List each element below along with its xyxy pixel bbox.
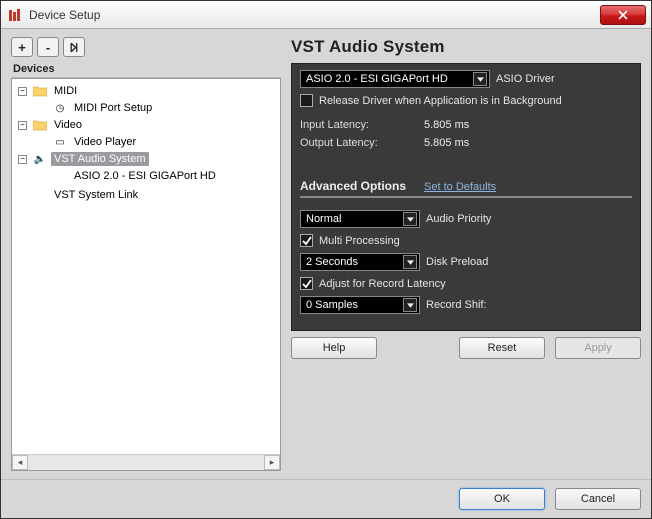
reset-button[interactable]: Reset: [459, 337, 545, 359]
adjust-record-latency-checkbox[interactable]: [300, 277, 313, 290]
ok-button[interactable]: OK: [459, 488, 545, 510]
devices-header: Devices: [11, 61, 281, 78]
collapse-icon[interactable]: −: [18, 121, 27, 130]
reset-order-button[interactable]: [63, 37, 85, 57]
disk-preload-select[interactable]: 2 Seconds: [300, 253, 420, 271]
cancel-button[interactable]: Cancel: [555, 488, 641, 510]
vst-settings-panel: ASIO 2.0 - ESI GIGAPort HD ASIO Driver R…: [291, 63, 641, 331]
chevron-down-icon: [473, 72, 487, 86]
blank-icon: [33, 188, 47, 202]
asio-driver-label: ASIO Driver: [496, 73, 555, 85]
audio-priority-label: Audio Priority: [426, 213, 491, 225]
help-button[interactable]: Help: [291, 337, 377, 359]
chevron-down-icon: [403, 212, 417, 226]
output-latency-label: Output Latency:: [300, 137, 400, 149]
titlebar: Device Setup: [1, 1, 651, 29]
collapse-icon[interactable]: −: [18, 87, 27, 96]
set-to-defaults-link[interactable]: Set to Defaults: [424, 181, 496, 193]
video-player-icon: ▭: [53, 135, 67, 149]
output-latency-value: 5.805 ms: [424, 137, 469, 149]
tree-label: Video Player: [71, 135, 139, 149]
remove-device-button[interactable]: -: [37, 37, 59, 57]
chevron-down-icon: [403, 255, 417, 269]
devices-tree-wrap: − MIDI: [11, 78, 281, 471]
record-shift-value: 0 Samples: [306, 299, 358, 311]
add-device-button[interactable]: +: [11, 37, 33, 57]
folder-icon: [33, 118, 47, 132]
tree-label: Video: [51, 118, 85, 132]
blank-icon: [53, 169, 67, 183]
advanced-options-title: Advanced Options: [300, 179, 406, 193]
device-setup-window: Device Setup + - Devices: [0, 0, 652, 519]
device-toolbar: + -: [11, 37, 281, 57]
multi-processing-label: Multi Processing: [319, 235, 400, 247]
apply-button: Apply: [555, 337, 641, 359]
tree-node-asio-driver[interactable]: ASIO 2.0 - ESI GIGAPort HD: [38, 169, 219, 183]
input-latency-value: 5.805 ms: [424, 119, 469, 131]
plus-icon: +: [18, 40, 26, 55]
folder-icon: [33, 84, 47, 98]
dialog-footer: OK Cancel: [1, 479, 651, 518]
asio-driver-select[interactable]: ASIO 2.0 - ESI GIGAPort HD: [300, 70, 490, 88]
window-title: Device Setup: [29, 8, 600, 22]
audio-priority-select[interactable]: Normal: [300, 210, 420, 228]
midi-port-icon: ◷: [53, 101, 67, 115]
tree-node-vst-system-link[interactable]: VST System Link: [18, 188, 141, 202]
advanced-header: Advanced Options Set to Defaults: [300, 179, 632, 198]
release-driver-checkbox[interactable]: [300, 94, 313, 107]
left-column: + - Devices −: [11, 37, 281, 471]
tree-node-video-player[interactable]: ▭ Video Player: [38, 135, 139, 149]
tree-node-video[interactable]: − Video: [18, 118, 85, 132]
tree-label: MIDI Port Setup: [71, 101, 155, 115]
tree-label: VST System Link: [51, 188, 141, 202]
multi-processing-checkbox[interactable]: [300, 234, 313, 247]
release-driver-label: Release Driver when Application is in Ba…: [319, 95, 562, 107]
scroll-left-button[interactable]: ◂: [12, 455, 28, 470]
collapse-icon[interactable]: −: [18, 155, 27, 164]
audio-priority-value: Normal: [306, 213, 341, 225]
input-latency-label: Input Latency:: [300, 119, 400, 131]
chevron-down-icon: [403, 298, 417, 312]
tree-node-vst-audio-system[interactable]: − 🔈 VST Audio System: [18, 152, 149, 166]
asio-driver-value: ASIO 2.0 - ESI GIGAPort HD: [306, 73, 448, 85]
app-icon: [7, 7, 23, 23]
audio-device-icon: 🔈: [33, 152, 47, 166]
record-shift-select[interactable]: 0 Samples: [300, 296, 420, 314]
panel-button-row: Help Reset Apply: [291, 337, 641, 359]
close-button[interactable]: [600, 5, 646, 25]
tree-label: VST Audio System: [51, 152, 149, 166]
tree-label: MIDI: [51, 84, 80, 98]
adjust-record-latency-label: Adjust for Record Latency: [319, 278, 446, 290]
panel-title: VST Audio System: [291, 37, 641, 57]
tree-h-scrollbar[interactable]: ◂ ▸: [12, 454, 280, 470]
tree-label: ASIO 2.0 - ESI GIGAPort HD: [71, 169, 219, 183]
disk-preload-label: Disk Preload: [426, 256, 488, 268]
right-column: VST Audio System ASIO 2.0 - ESI GIGAPort…: [291, 37, 641, 471]
disk-preload-value: 2 Seconds: [306, 256, 358, 268]
scroll-track[interactable]: [28, 455, 264, 470]
scroll-right-button[interactable]: ▸: [264, 455, 280, 470]
body: + - Devices −: [1, 29, 651, 479]
tree-node-midi[interactable]: − MIDI: [18, 84, 80, 98]
record-shift-label: Record Shif:: [426, 299, 487, 311]
devices-tree[interactable]: − MIDI: [12, 79, 280, 454]
tree-node-midi-port-setup[interactable]: ◷ MIDI Port Setup: [38, 101, 155, 115]
minus-icon: -: [46, 40, 50, 55]
